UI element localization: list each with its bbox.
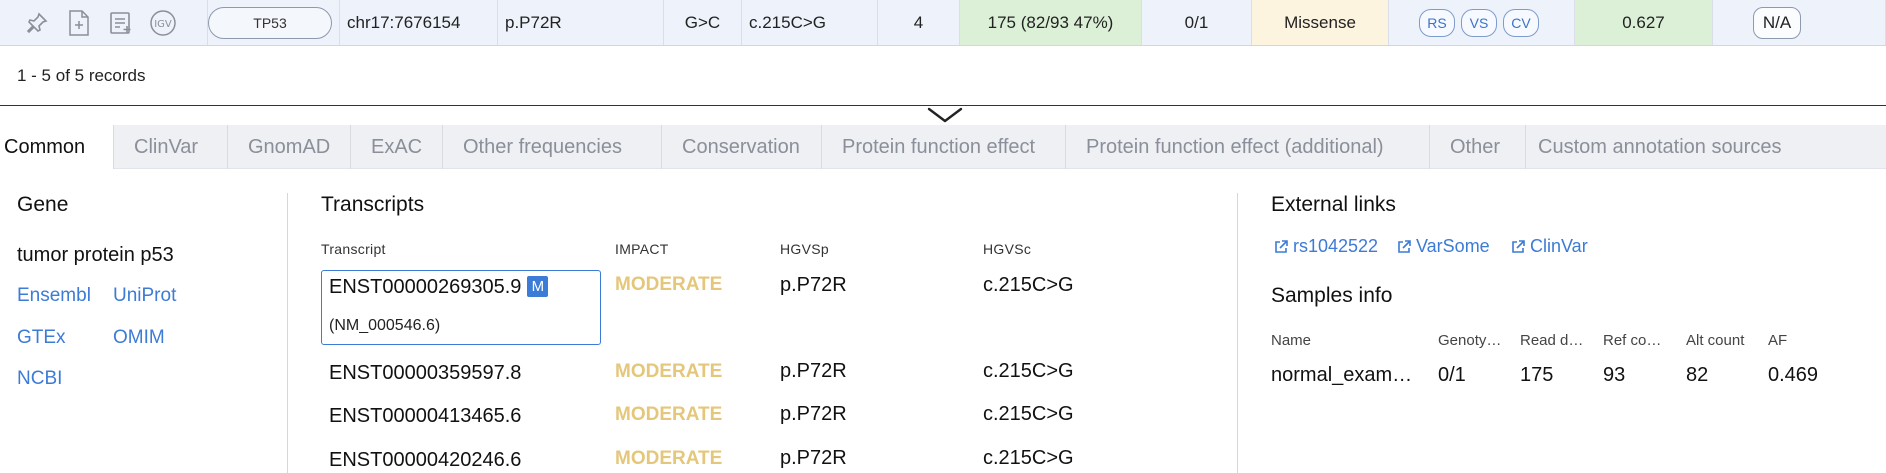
hgvsc-value: c.215C>G [983, 360, 1074, 382]
af-value: 0.469 [1768, 364, 1819, 386]
impact-value: MODERATE [615, 274, 723, 295]
cv-link-pill[interactable]: CV [1503, 8, 1539, 37]
igv-icon[interactable]: IGV [148, 8, 178, 38]
tab-common[interactable]: Common [0, 125, 114, 169]
count-cell: 4 [878, 0, 960, 45]
varsome-link-label: VarSome [1416, 236, 1490, 256]
panel-divider [0, 105, 1886, 106]
af-header[interactable]: AF [1768, 332, 1787, 349]
sample-name-header[interactable]: Name [1271, 332, 1311, 349]
transcript-id[interactable]: ENST00000413465.6 [329, 405, 521, 428]
na-cell: N/A [1713, 0, 1886, 45]
hgvsp-value: p.P72R [780, 360, 847, 382]
vs-link-pill[interactable]: VS [1461, 8, 1497, 37]
transcripts-panel-separator [1237, 193, 1238, 473]
nucleotide-change-cell: G>C [664, 0, 742, 45]
refseq-id: (NM_000546.6) [329, 317, 441, 334]
rs1042522-link-label: rs1042522 [1293, 236, 1379, 256]
genotype-cell: 0/1 [1142, 0, 1252, 45]
playlist-add-icon[interactable] [106, 8, 136, 38]
protein-change-cell: p.P72R [498, 0, 664, 45]
records-count: 1 - 5 of 5 records [17, 66, 146, 85]
depth-cell: 175 (82/93 47%) [960, 0, 1142, 45]
read-depth-value: 175 [1520, 364, 1554, 386]
hgvsp-value: p.P72R [780, 447, 847, 469]
rs1042522-link[interactable]: rs1042522 [1273, 236, 1378, 257]
tab-protein-function-effect-additional[interactable]: Protein function effect (additional) [1066, 125, 1430, 169]
hgvsc-column-header: HGVSc [983, 241, 1032, 257]
external-link-icon [1398, 239, 1411, 253]
tab-exac[interactable]: ExAC [351, 125, 443, 169]
tab-custom-annotation-sources[interactable]: Custom annotation sources [1526, 125, 1886, 169]
alt-count-value: 82 [1686, 364, 1709, 386]
mane-badge: M [527, 276, 549, 297]
tab-conservation[interactable]: Conservation [662, 125, 822, 169]
transcript-row[interactable]: ENST00000269305.9 M [329, 276, 549, 299]
chevron-down-icon[interactable] [927, 107, 963, 123]
position-cell: chr17:7676154 [340, 0, 498, 45]
hgvsc-value: c.215C>G [983, 274, 1074, 296]
external-link-icon [1275, 239, 1288, 253]
ref-count-header[interactable]: Ref co… [1603, 332, 1661, 349]
ncbi-link[interactable]: NCBI [17, 368, 62, 390]
links-cell: RS VS CV [1389, 0, 1575, 45]
hgvsc-cell: c.215C>G [742, 0, 878, 45]
igv-icon-label: IGV [154, 19, 172, 30]
impact-value: MODERATE [615, 448, 723, 469]
rs-link-pill[interactable]: RS [1419, 8, 1455, 37]
gene-panel-separator [287, 193, 288, 473]
row-actions: IGV [0, 0, 208, 45]
gene-cell: TP53 [208, 0, 340, 45]
effect-cell: Missense [1252, 0, 1389, 45]
transcript-column-header: Transcript [321, 241, 386, 257]
gtex-link[interactable]: GTEx [17, 327, 66, 349]
tab-gnomad[interactable]: GnomAD [228, 125, 351, 169]
genotype-header[interactable]: Genoty… [1438, 332, 1501, 349]
gene-pill[interactable]: TP53 [208, 6, 332, 39]
varsome-link[interactable]: VarSome [1396, 236, 1490, 257]
hgvsc-value: c.215C>G [983, 403, 1074, 425]
na-pill[interactable]: N/A [1753, 6, 1801, 39]
tab-other[interactable]: Other [1430, 125, 1526, 169]
uniprot-link[interactable]: UniProt [113, 285, 176, 307]
transcript-id[interactable]: ENST00000420246.6 [329, 449, 521, 472]
impact-value: MODERATE [615, 404, 723, 425]
tab-other-frequencies[interactable]: Other frequencies [443, 125, 662, 169]
transcripts-title: Transcripts [321, 193, 425, 216]
pin-icon[interactable] [22, 8, 52, 38]
alt-count-header[interactable]: Alt count [1686, 332, 1744, 349]
tab-protein-function-effect[interactable]: Protein function effect [822, 125, 1066, 169]
omim-link[interactable]: OMIM [113, 327, 165, 349]
ensembl-link[interactable]: Ensembl [17, 285, 91, 307]
genotype-value: 0/1 [1438, 364, 1466, 386]
tab-clinvar[interactable]: ClinVar [114, 125, 228, 169]
ref-count-value: 93 [1603, 364, 1626, 386]
gene-full-name: tumor protein p53 [17, 244, 174, 266]
add-file-icon[interactable] [64, 8, 94, 38]
hgvsp-value: p.P72R [780, 274, 847, 296]
transcript-id: ENST00000269305.9 [329, 276, 522, 298]
hgvsc-value: c.215C>G [983, 447, 1074, 469]
read-depth-header[interactable]: Read d… [1520, 332, 1583, 349]
score-cell: 0.627 [1575, 0, 1713, 45]
annotation-tabs: Common ClinVar GnomAD ExAC Other frequen… [0, 125, 1886, 169]
transcript-id[interactable]: ENST00000359597.8 [329, 362, 521, 385]
hgvsp-value: p.P72R [780, 403, 847, 425]
clinvar-link-label: ClinVar [1530, 236, 1588, 256]
gene-section-title: Gene [17, 193, 69, 216]
hgvsp-column-header: HGVSp [780, 241, 829, 257]
impact-column-header: IMPACT [615, 241, 669, 257]
clinvar-link[interactable]: ClinVar [1510, 236, 1588, 257]
impact-value: MODERATE [615, 361, 723, 382]
variant-row[interactable]: IGV TP53 chr17:7676154 p.P72R G>C c.215C… [0, 0, 1886, 46]
external-links-title: External links [1271, 193, 1396, 216]
sample-name-value: normal_exam… [1271, 364, 1413, 386]
samples-info-title: Samples info [1271, 284, 1393, 307]
external-link-icon [1512, 239, 1525, 253]
